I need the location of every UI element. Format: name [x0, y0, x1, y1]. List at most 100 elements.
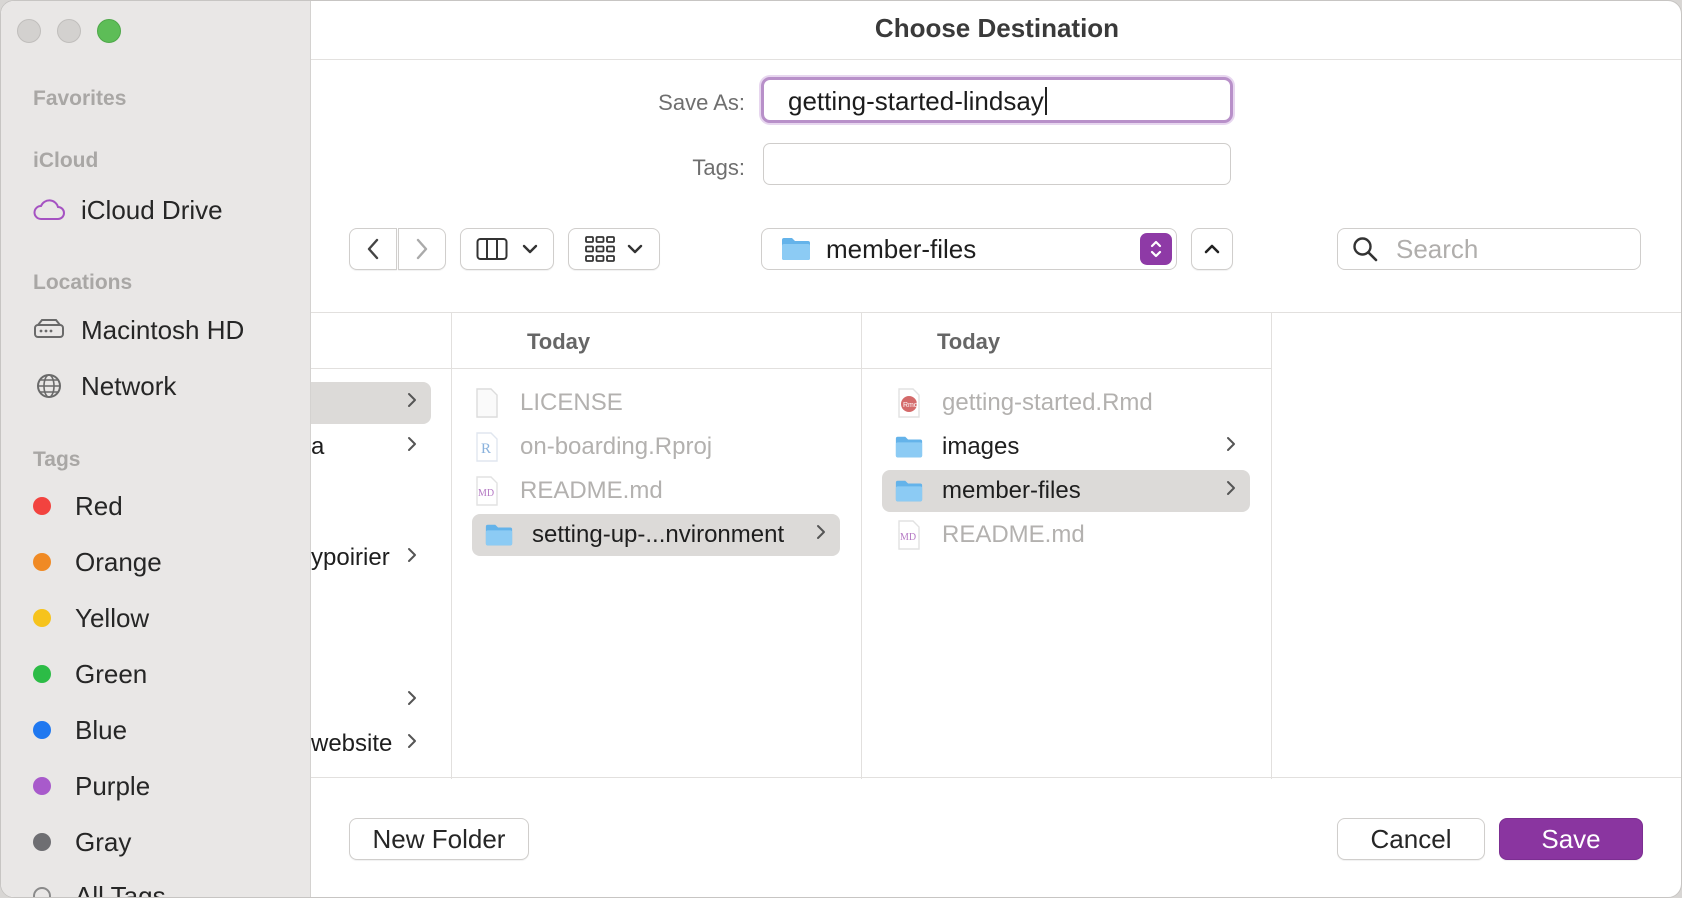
list-item-label: getting-started.Rmd — [942, 389, 1153, 416]
grid-group-icon — [585, 236, 615, 262]
sidebar-item-macintosh-hd[interactable]: Macintosh HD — [33, 310, 303, 350]
yellow-tag-dot-icon — [33, 609, 51, 627]
columns-view-icon — [476, 238, 508, 260]
column-header: Today — [862, 313, 1271, 369]
save-as-input[interactable]: getting-started-lindsay — [761, 77, 1233, 123]
list-item[interactable]: MD README.md — [472, 470, 840, 512]
sidebar-tag-red[interactable]: Red — [23, 486, 293, 526]
list-item[interactable]: a — [311, 426, 431, 468]
close-window-button[interactable] — [17, 19, 41, 43]
list-item[interactable]: MD README.md — [882, 514, 1250, 556]
svg-text:R: R — [481, 441, 491, 457]
sidebar-item-icloud-drive[interactable]: iCloud Drive — [33, 190, 303, 230]
save-dialog-window: Favorites iCloud iCloud Drive Locations … — [0, 0, 1682, 898]
sidebar: Favorites iCloud iCloud Drive Locations … — [1, 1, 311, 897]
sidebar-tag-yellow[interactable]: Yellow — [23, 598, 293, 638]
sidebar-item-label: Yellow — [75, 602, 150, 633]
list-item-label: setting-up-...nvironment — [532, 521, 785, 548]
list-item-label: member-files — [942, 477, 1081, 504]
red-tag-dot-icon — [33, 497, 51, 515]
sidebar-item-label: iCloud Drive — [81, 194, 223, 225]
chevron-right-icon — [817, 525, 825, 539]
back-button[interactable] — [349, 228, 397, 270]
all-tags-icon — [33, 887, 51, 897]
markdown-file-icon: MD — [472, 476, 502, 506]
text-caret — [1044, 87, 1047, 115]
search-field[interactable]: Search — [1337, 228, 1641, 270]
sidebar-tag-purple[interactable]: Purple — [23, 766, 293, 806]
chevron-right-icon — [416, 238, 428, 260]
chevron-left-icon — [367, 238, 379, 260]
sidebar-tag-green[interactable]: Green — [23, 654, 293, 694]
zoom-window-button[interactable] — [97, 19, 121, 43]
save-as-label: Save As: — [658, 90, 745, 115]
location-popup-label: member-files — [826, 233, 977, 264]
sidebar-item-network[interactable]: Network — [33, 366, 303, 406]
purple-tag-dot-icon — [33, 777, 51, 795]
list-item[interactable]: ypoirier — [311, 537, 431, 579]
sidebar-item-label: Green — [75, 658, 148, 689]
sidebar-section-locations: Locations — [33, 271, 133, 294]
location-popup[interactable]: member-files — [761, 228, 1177, 270]
sidebar-item-label: Blue — [75, 714, 128, 745]
new-folder-button[interactable]: New Folder — [349, 818, 529, 860]
column-header — [311, 313, 451, 369]
sidebar-section-icloud: iCloud — [33, 149, 99, 172]
sidebar-tag-all-tags[interactable]: All Tags… — [23, 876, 293, 897]
list-item[interactable]: images — [882, 426, 1250, 468]
minimize-window-button[interactable] — [57, 19, 81, 43]
list-item[interactable]: LICENSE — [472, 382, 840, 424]
green-tag-dot-icon — [33, 665, 51, 683]
list-item[interactable]: setting-up-...nvironment — [472, 514, 840, 556]
tags-input[interactable] — [763, 143, 1231, 185]
chevron-down-icon — [522, 244, 538, 254]
collapse-browser-button[interactable] — [1191, 228, 1233, 270]
sidebar-section-tags: Tags — [33, 448, 81, 471]
column-header-label: Today — [527, 329, 591, 354]
list-item[interactable]: website — [311, 723, 431, 765]
globe-icon — [33, 370, 65, 402]
chevron-right-icon — [408, 548, 416, 562]
view-mode-button[interactable] — [460, 228, 554, 270]
sidebar-item-label: Network — [81, 370, 177, 401]
chevron-right-icon — [408, 734, 416, 748]
drive-icon — [33, 314, 65, 346]
save-button[interactable]: Save — [1499, 818, 1643, 860]
list-item-label: README.md — [520, 477, 663, 504]
orange-tag-dot-icon — [33, 553, 51, 571]
sidebar-tag-blue[interactable]: Blue — [23, 710, 293, 750]
group-by-button[interactable] — [568, 228, 660, 270]
r-project-icon: R — [472, 432, 502, 462]
folder-icon — [780, 236, 812, 262]
list-item-label: a — [311, 433, 325, 460]
blue-tag-dot-icon — [33, 721, 51, 739]
folder-icon — [894, 432, 924, 462]
list-item[interactable]: Rmd getting-started.Rmd — [882, 382, 1250, 424]
list-item-label: LICENSE — [520, 389, 623, 416]
gray-tag-dot-icon — [33, 833, 51, 851]
chevron-down-icon — [627, 244, 643, 254]
list-item-label: README.md — [942, 521, 1085, 548]
list-item-label: images — [942, 433, 1020, 460]
chevron-right-icon — [408, 393, 416, 407]
chevron-right-icon — [1227, 437, 1235, 451]
list-item-label: website — [311, 730, 393, 757]
sidebar-item-label: Orange — [75, 546, 162, 577]
sidebar-tag-gray[interactable]: Gray — [23, 822, 293, 862]
chevron-right-icon — [408, 691, 416, 705]
list-item[interactable] — [311, 382, 431, 424]
list-item-label: on-boarding.Rproj — [520, 433, 713, 460]
svg-text:MD: MD — [478, 488, 494, 499]
folder-icon — [484, 520, 514, 550]
save-as-value: getting-started-lindsay — [788, 86, 1044, 116]
folder-icon — [894, 476, 924, 506]
sidebar-tag-orange[interactable]: Orange — [23, 542, 293, 582]
list-item[interactable]: member-files — [882, 470, 1250, 512]
chevron-up-icon — [1204, 244, 1220, 254]
list-item[interactable] — [311, 680, 431, 722]
chevron-right-icon — [408, 437, 416, 451]
blank-file-icon — [472, 388, 502, 418]
list-item[interactable]: R on-boarding.Rproj — [472, 426, 840, 468]
cancel-button[interactable]: Cancel — [1337, 818, 1485, 860]
forward-button[interactable] — [398, 228, 446, 270]
